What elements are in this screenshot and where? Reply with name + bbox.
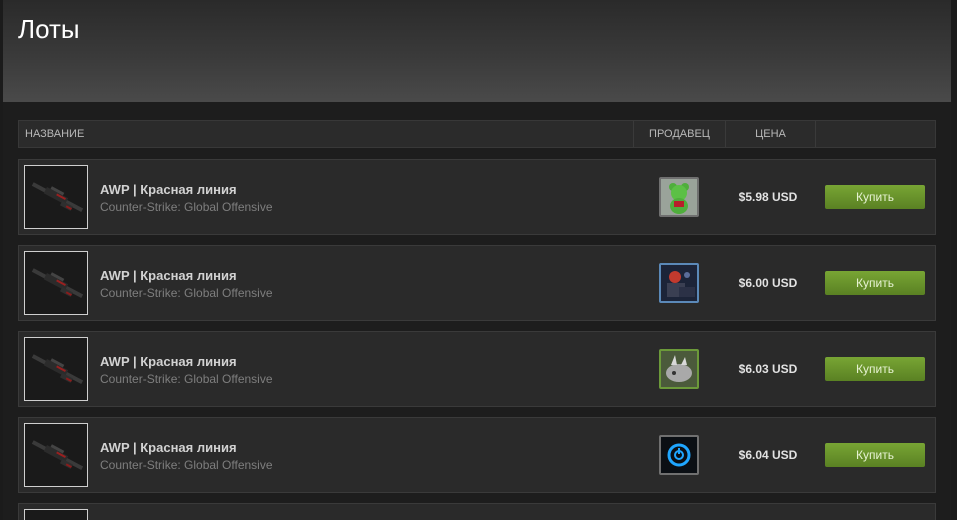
buy-button[interactable]: Купить	[825, 443, 925, 467]
power-button-icon	[661, 437, 697, 473]
seller-avatar[interactable]	[659, 177, 699, 217]
buy-button[interactable]: Купить	[825, 357, 925, 381]
price: $6.00 USD	[738, 276, 798, 290]
price: $5.98 USD	[738, 190, 798, 204]
price: $6.03 USD	[738, 362, 798, 376]
listing-row	[18, 503, 936, 520]
dark-character-icon	[661, 265, 697, 301]
column-price[interactable]: ЦЕНА	[725, 121, 815, 147]
seller-avatar[interactable]	[659, 349, 699, 389]
seller-avatar[interactable]	[659, 263, 699, 303]
item-game: Counter-Strike: Global Offensive	[100, 372, 273, 386]
price: $6.04 USD	[738, 448, 798, 462]
item-name[interactable]: AWP | Красная линия	[100, 354, 237, 369]
buy-button[interactable]: Купить	[825, 271, 925, 295]
item-name[interactable]: AWP | Красная линия	[100, 182, 237, 197]
column-seller[interactable]: ПРОДАВЕЦ	[633, 121, 725, 147]
item-thumbnail[interactable]	[24, 251, 88, 315]
listing-row: AWP | Красная линия Counter-Strike: Glob…	[18, 331, 936, 407]
rifle-icon	[31, 354, 84, 385]
buy-button[interactable]: Купить	[825, 185, 925, 209]
item-game: Counter-Strike: Global Offensive	[100, 286, 273, 300]
item-thumbnail[interactable]	[24, 423, 88, 487]
page-header: Лоты	[3, 0, 951, 102]
column-name[interactable]: НАЗВАНИЕ	[25, 121, 84, 147]
page-title: Лоты	[18, 14, 80, 44]
rifle-icon	[31, 268, 84, 299]
listing-row: AWP | Красная линия Counter-Strike: Glob…	[18, 245, 936, 321]
rifle-icon	[31, 440, 84, 471]
seller-avatar[interactable]	[659, 435, 699, 475]
table-header: НАЗВАНИЕ ПРОДАВЕЦ ЦЕНА	[18, 120, 936, 148]
item-thumbnail[interactable]	[24, 165, 88, 229]
item-thumbnail[interactable]	[24, 337, 88, 401]
item-game: Counter-Strike: Global Offensive	[100, 458, 273, 472]
listing-row: AWP | Красная линия Counter-Strike: Glob…	[18, 417, 936, 493]
green-bear-icon	[661, 179, 697, 215]
column-buy	[815, 121, 935, 147]
item-thumbnail[interactable]	[24, 509, 88, 520]
rhino-icon	[661, 351, 697, 387]
item-name[interactable]: AWP | Красная линия	[100, 268, 237, 283]
item-game: Counter-Strike: Global Offensive	[100, 200, 273, 214]
item-name[interactable]: AWP | Красная линия	[100, 440, 237, 455]
rifle-icon	[31, 182, 84, 213]
listing-row: AWP | Красная линия Counter-Strike: Glob…	[18, 159, 936, 235]
